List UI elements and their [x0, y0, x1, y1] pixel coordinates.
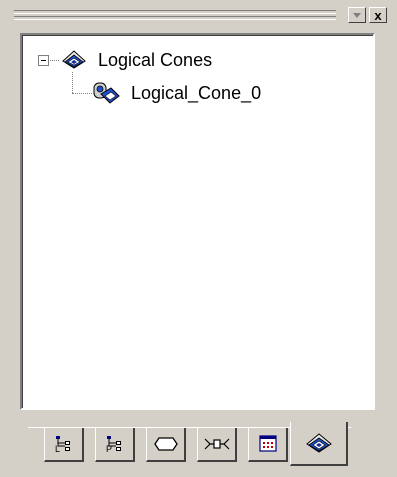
tab-physical-tree[interactable]: P	[95, 428, 135, 462]
tab-shapes[interactable]	[146, 428, 186, 462]
close-icon: x	[374, 7, 382, 23]
tree-view[interactable]: Logical Cones Logical_Cone_0	[20, 33, 375, 410]
connector-icon	[204, 438, 229, 450]
physical-tree-icon: P	[106, 436, 121, 454]
grip-line	[14, 16, 336, 20]
logical-tree-icon: L	[55, 436, 70, 454]
component-icon	[258, 435, 277, 452]
tab-connections[interactable]	[197, 428, 237, 462]
tree-connector	[72, 72, 74, 93]
collapse-toggle[interactable]	[38, 55, 49, 66]
tree-node-child[interactable]: Logical_Cone_0	[91, 80, 261, 106]
svg-text:P: P	[106, 444, 112, 454]
tab-strip: L P	[0, 410, 397, 477]
tree-connector	[50, 60, 59, 62]
hexagon-icon	[153, 437, 178, 451]
grip-line	[14, 10, 336, 14]
tab-components[interactable]	[248, 428, 288, 462]
logical-cones-icon	[305, 433, 332, 453]
logical-cone-item-icon	[93, 82, 120, 104]
tab-logical-cones[interactable]	[290, 422, 348, 466]
dropdown-arrow-icon	[353, 13, 361, 18]
logical-cones-icon	[62, 50, 86, 69]
tree-node-root[interactable]: Logical Cones	[60, 48, 212, 72]
tree-node-label: Logical Cones	[98, 49, 213, 70]
close-button[interactable]: x	[369, 7, 387, 23]
svg-text:L: L	[55, 444, 60, 454]
tree-view-inner: Logical Cones Logical_Cone_0	[22, 35, 373, 408]
panel-grip[interactable]	[14, 8, 336, 22]
tree-node-label: Logical_Cone_0	[131, 82, 262, 103]
dropdown-button[interactable]	[348, 7, 366, 23]
tab-logical-tree[interactable]: L	[44, 428, 84, 462]
tree-connector	[72, 93, 92, 95]
